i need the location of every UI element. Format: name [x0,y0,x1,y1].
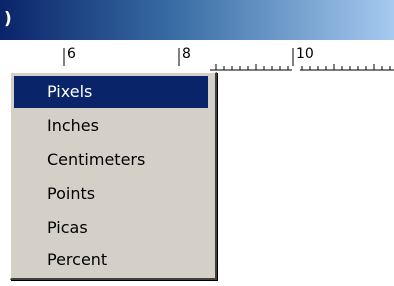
menu-item-pixels[interactable]: Pixels [14,76,208,108]
menu-item-inches[interactable]: Inches [14,110,208,142]
window-title-fragment: ) [4,9,12,29]
units-dropdown-menu: Pixels Inches Centimeters Points Picas P… [10,72,217,280]
menu-item-percent[interactable]: Percent [14,244,208,276]
ruler-label-10: 10 [296,46,314,62]
ruler-label-6: 6 [67,46,76,62]
menu-item-points[interactable]: Points [14,178,208,210]
ruler-label-8: 8 [182,46,191,62]
window-titlebar: ) [0,0,394,40]
menu-item-picas[interactable]: Picas [14,212,208,244]
menu-item-centimeters[interactable]: Centimeters [14,144,208,176]
